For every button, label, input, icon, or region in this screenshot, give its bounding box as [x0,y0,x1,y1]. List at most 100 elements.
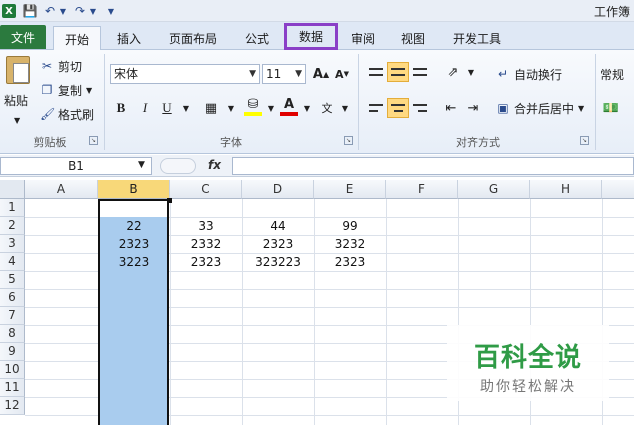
row-header-1[interactable]: 1 [0,199,25,217]
row-header-8[interactable]: 8 [0,325,25,343]
cell-b2[interactable]: 22 [98,217,170,235]
customize-toolbar-icon[interactable]: ▼ [106,2,116,20]
font-launcher-icon[interactable]: ↘ [344,136,353,145]
fill-color-dropdown-icon[interactable]: ▼ [262,98,280,118]
paste-dropdown-icon[interactable]: ▼ [14,110,20,130]
font-size-select[interactable]: 11 ▼ [262,64,306,84]
phonetic-dropdown-icon[interactable]: ▼ [336,98,354,118]
font-size-value: 11 [266,67,282,81]
cell-e4[interactable]: 2323 [314,253,386,271]
increase-indent-icon[interactable]: ⇥ [464,98,482,118]
column-header-b[interactable]: B [98,180,170,199]
wrap-text-button[interactable]: ↵ 自动换行 [496,64,562,84]
bold-button[interactable]: B [112,98,130,118]
align-middle-icon[interactable] [387,62,409,82]
cell-c3[interactable]: 2332 [170,235,242,253]
font-color-dropdown-icon[interactable]: ▼ [298,98,316,118]
undo-dropdown-icon[interactable]: ▼ [58,2,68,20]
font-name-select[interactable]: 宋体 ▼ [110,64,260,84]
tab-file[interactable]: 文件 [0,25,46,49]
underline-dropdown-icon[interactable]: ▼ [177,98,195,118]
alignment-launcher-icon[interactable]: ↘ [580,136,589,145]
border-dropdown-icon[interactable]: ▼ [222,98,240,118]
tab-page-layout[interactable]: 页面布局 [160,26,226,50]
row-header-6[interactable]: 6 [0,289,25,307]
align-top-icon[interactable] [366,62,386,82]
undo-icon[interactable]: ↶ [42,2,58,20]
tab-developer[interactable]: 开发工具 [444,26,510,50]
align-left-icon[interactable] [366,98,386,118]
align-bottom-icon[interactable] [410,62,430,82]
redo-dropdown-icon[interactable]: ▼ [88,2,98,20]
phonetic-icon[interactable]: 文 [318,98,336,118]
cell-b3[interactable]: 2323 [98,235,170,253]
name-box[interactable]: B1 [0,157,152,175]
select-all-corner[interactable] [0,180,25,199]
merge-center-button[interactable]: ▣ 合并后居中 ▼ [496,98,584,118]
row-header-2[interactable]: 2 [0,217,25,235]
copy-button[interactable]: ❐ 复制 ▼ [40,80,93,100]
row-header-4[interactable]: 4 [0,253,25,271]
cut-button[interactable]: ✂ 剪切 [40,56,82,76]
text-orientation-icon[interactable]: ⇗ [444,62,462,82]
cell-b4[interactable]: 3223 [98,253,170,271]
clipboard-launcher-icon[interactable]: ↘ [89,136,98,145]
tab-home[interactable]: 开始 [53,26,101,51]
decrease-indent-icon[interactable]: ⇤ [442,98,460,118]
row-header-5[interactable]: 5 [0,271,25,289]
tab-view[interactable]: 视图 [392,26,434,50]
decrease-font-size-button[interactable]: A ▼ [333,64,351,84]
align-right-icon[interactable] [410,98,430,118]
cell-e3[interactable]: 3232 [314,235,386,253]
cell-d3[interactable]: 2323 [242,235,314,253]
row-header-11[interactable]: 11 [0,379,25,397]
row-header-10[interactable]: 10 [0,361,25,379]
insert-function-icon[interactable]: fx [208,158,221,172]
merge-dropdown-icon[interactable]: ▼ [578,104,584,113]
redo-icon[interactable]: ↷ [72,2,88,20]
column-header-d[interactable]: D [242,180,314,199]
tab-data[interactable]: 数据 [284,23,338,50]
active-cell-b1[interactable] [98,199,169,217]
cell-d2[interactable]: 44 [242,217,314,235]
number-format-select[interactable]: 常规 [600,64,624,84]
column-header-h[interactable]: H [530,180,602,199]
underline-button[interactable]: U [158,98,176,118]
row-header-9[interactable]: 9 [0,343,25,361]
excel-app-icon[interactable]: X [2,4,16,18]
tab-insert[interactable]: 插入 [108,26,150,50]
formula-bar-resize-handle[interactable] [160,158,196,174]
row-header-7[interactable]: 7 [0,307,25,325]
accounting-format-icon[interactable]: 💵 [602,98,620,118]
row-header-12[interactable]: 12 [0,397,25,415]
border-icon[interactable]: ▦ [202,98,220,118]
column-header-a[interactable]: A [25,180,98,199]
increase-font-size-button[interactable]: A ▲ [312,64,330,84]
cell-e2[interactable]: 99 [314,217,386,235]
column-header-g[interactable]: G [458,180,530,199]
italic-button[interactable]: I [136,98,154,118]
column-header-f[interactable]: F [386,180,458,199]
paste-button[interactable]: 粘贴 [4,92,28,109]
formula-input[interactable] [232,157,634,175]
column-header-next[interactable] [602,180,634,199]
fill-handle[interactable] [167,198,172,203]
cell-d4[interactable]: 323223 [242,253,314,271]
alignment-group-label: 对齐方式 [456,136,500,149]
cell-c2[interactable]: 33 [170,217,242,235]
align-center-icon[interactable] [387,98,409,118]
tab-review[interactable]: 审阅 [342,26,384,50]
column-header-c[interactable]: C [170,180,242,199]
orientation-dropdown-icon[interactable]: ▼ [462,62,480,82]
cell-c4[interactable]: 2323 [170,253,242,271]
row-header-3[interactable]: 3 [0,235,25,253]
tab-formulas[interactable]: 公式 [236,26,278,50]
save-icon[interactable]: 💾 [22,2,38,20]
copy-dropdown-icon[interactable]: ▼ [86,86,92,95]
chevron-down-icon[interactable]: ▼ [138,160,145,170]
fill-color-icon[interactable]: ⛁ [244,96,262,116]
paste-icon[interactable] [6,56,30,84]
font-color-icon[interactable]: A [280,96,298,116]
format-painter-button[interactable]: 🖌 格式刷 [40,104,94,124]
column-header-e[interactable]: E [314,180,386,199]
